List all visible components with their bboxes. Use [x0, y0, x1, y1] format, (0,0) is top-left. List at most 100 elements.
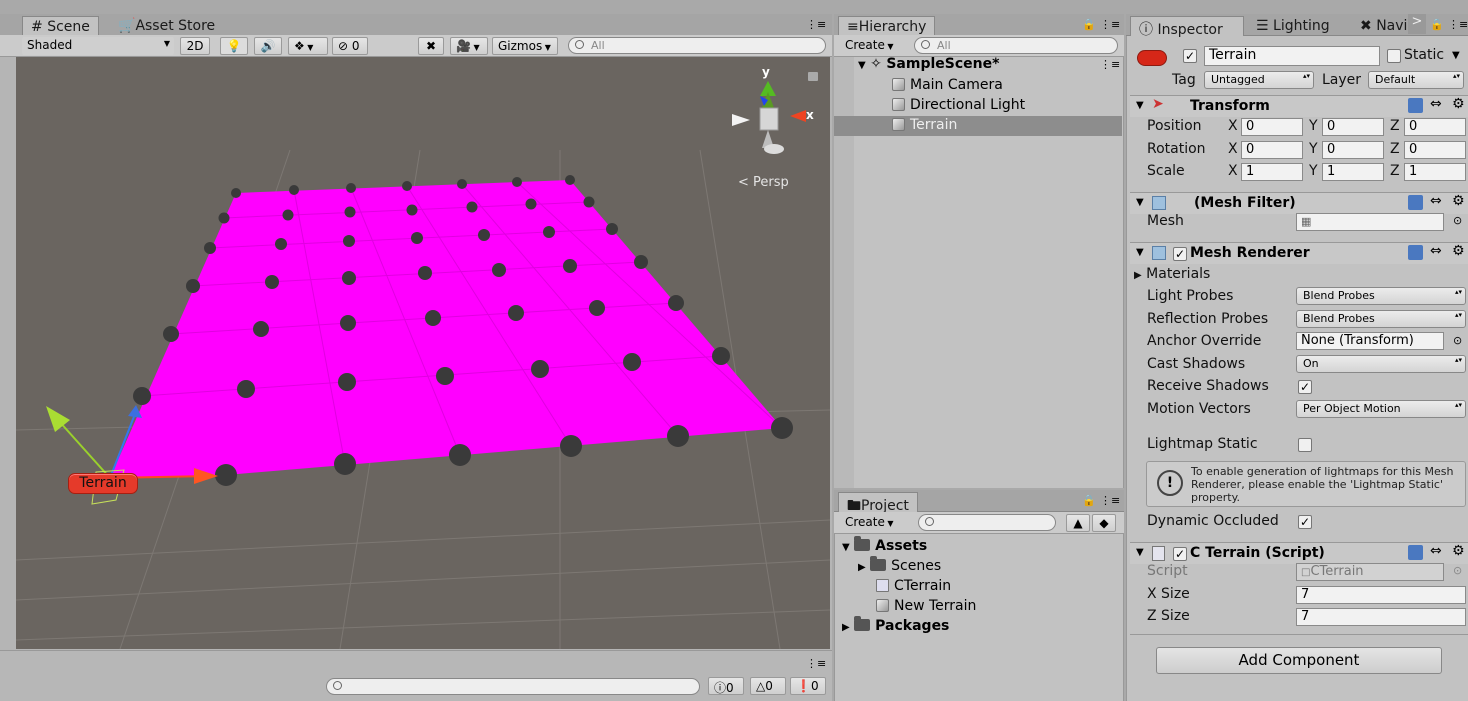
- hierarchy-selected-row[interactable]: Terrain: [834, 116, 1122, 136]
- collapsed-arrow-icon[interactable]: ▶: [842, 622, 850, 633]
- scale-y-field[interactable]: 1: [1322, 163, 1384, 181]
- position-z-field[interactable]: 0: [1404, 118, 1466, 136]
- tab-lighting[interactable]: ☰ Lighting: [1248, 16, 1338, 36]
- preset-icon[interactable]: ⇔: [1430, 543, 1442, 559]
- tab-hierarchy[interactable]: ≡Hierarchy: [838, 16, 936, 36]
- lighting-toggle-icon[interactable]: 💡: [220, 37, 248, 55]
- gizmos-dropdown[interactable]: Gizmos ▼: [492, 37, 558, 55]
- settings-gear-icon[interactable]: ⚙: [1452, 193, 1465, 209]
- panel-menu-icon[interactable]: ⋮≡: [1100, 58, 1120, 71]
- collapsed-arrow-icon[interactable]: ▶: [858, 562, 866, 573]
- project-item-scenes[interactable]: ▶ Scenes: [858, 556, 941, 574]
- lock-icon[interactable]: [808, 72, 818, 81]
- cterrain-script-header[interactable]: ▼ ✓ C Terrain (Script) ⇔ ⚙: [1130, 542, 1468, 564]
- reflection-probes-dropdown[interactable]: Blend Probes: [1296, 310, 1466, 328]
- light-probes-dropdown[interactable]: Blend Probes: [1296, 287, 1466, 305]
- z-size-field[interactable]: 7: [1296, 608, 1466, 626]
- filter-by-label-icon[interactable]: ◆: [1092, 514, 1116, 532]
- expand-arrow-icon[interactable]: ▼: [842, 542, 850, 553]
- mesh-renderer-enabled-checkbox[interactable]: ✓: [1173, 247, 1187, 261]
- foldout-arrow-icon[interactable]: ▼: [1136, 547, 1144, 558]
- tools-icon[interactable]: ✖: [418, 37, 444, 55]
- tab-project[interactable]: 🖿Project: [838, 492, 918, 514]
- errors-toggle[interactable]: ❗0: [790, 677, 826, 695]
- foldout-arrow-icon[interactable]: ▼: [1136, 247, 1144, 258]
- script-enabled-checkbox[interactable]: ✓: [1173, 547, 1187, 561]
- tab-inspector[interactable]: ⓘ Inspector: [1130, 16, 1244, 38]
- settings-gear-icon[interactable]: ⚙: [1452, 243, 1465, 259]
- tab-scroll-right-icon[interactable]: >: [1408, 14, 1426, 34]
- hierarchy-item-directional-light[interactable]: Directional Light: [892, 97, 1025, 113]
- camera-dropdown-icon[interactable]: 🎥 ▼: [450, 37, 488, 55]
- add-component-button[interactable]: Add Component: [1156, 647, 1442, 674]
- x-size-field[interactable]: 7: [1296, 586, 1466, 604]
- static-checkbox[interactable]: [1387, 49, 1401, 63]
- hidden-objects-toggle[interactable]: ⊘ 0: [332, 37, 368, 55]
- lock-icon[interactable]: 🔒: [1082, 494, 1096, 507]
- object-picker-icon[interactable]: ⊙: [1453, 214, 1462, 227]
- rotation-z-field[interactable]: 0: [1404, 141, 1466, 159]
- tag-dropdown[interactable]: Untagged: [1204, 71, 1314, 89]
- panel-menu-icon[interactable]: ⋮≡: [1448, 18, 1468, 31]
- preset-icon[interactable]: ⇔: [1430, 96, 1442, 112]
- project-item-cterrain[interactable]: CTerrain: [876, 578, 951, 594]
- tab-scene[interactable]: # Scene: [22, 16, 99, 36]
- mesh-filter-header[interactable]: ▼ (Mesh Filter) ⇔ ⚙: [1130, 192, 1468, 214]
- foldout-arrow-icon[interactable]: ▼: [1136, 197, 1144, 208]
- panel-menu-icon[interactable]: ⋮≡: [806, 18, 826, 31]
- settings-gear-icon[interactable]: ⚙: [1452, 96, 1465, 112]
- mesh-field[interactable]: ▦: [1296, 213, 1444, 231]
- project-item-new-terrain[interactable]: New Terrain: [876, 598, 976, 614]
- preset-icon[interactable]: ⇔: [1430, 193, 1442, 209]
- anchor-override-field[interactable]: None (Transform): [1296, 332, 1444, 350]
- active-checkbox[interactable]: ✓: [1183, 49, 1197, 63]
- tab-navigation[interactable]: ✖ Navi: [1352, 16, 1412, 36]
- warnings-toggle[interactable]: △0: [750, 677, 786, 695]
- object-picker-icon[interactable]: ⊙: [1453, 334, 1462, 347]
- help-icon[interactable]: [1408, 245, 1423, 260]
- tab-asset-store[interactable]: 🛒Asset Store: [110, 16, 223, 36]
- help-icon[interactable]: [1408, 195, 1423, 210]
- scene-root-item[interactable]: ▼ ✧ SampleScene* ⋮≡: [858, 56, 1122, 76]
- motion-vectors-dropdown[interactable]: Per Object Motion: [1296, 400, 1466, 418]
- scale-x-field[interactable]: 1: [1241, 163, 1303, 181]
- settings-gear-icon[interactable]: ⚙: [1452, 543, 1465, 559]
- filter-by-type-icon[interactable]: ▲: [1066, 514, 1090, 532]
- shading-mode-dropdown[interactable]: Shaded ▼: [22, 37, 174, 55]
- scene-search-input[interactable]: All: [568, 37, 826, 54]
- effects-dropdown-icon[interactable]: ❖ ▼: [288, 37, 328, 55]
- create-dropdown[interactable]: Create ▼: [840, 37, 902, 55]
- expand-arrow-icon[interactable]: ▼: [858, 60, 866, 71]
- object-name-field[interactable]: Terrain: [1204, 46, 1380, 66]
- panel-menu-icon[interactable]: ⋮≡: [1100, 494, 1120, 507]
- hierarchy-item-main-camera[interactable]: Main Camera: [892, 77, 1003, 93]
- transform-header[interactable]: ▼ ➤ Transform ⇔ ⚙: [1130, 95, 1468, 117]
- collapsed-arrow-icon[interactable]: ▶: [1134, 270, 1142, 281]
- 2d-toggle[interactable]: 2D: [180, 37, 210, 55]
- projection-label[interactable]: < Persp: [738, 175, 789, 190]
- console-search-input[interactable]: [326, 678, 700, 695]
- selected-object-label[interactable]: Terrain: [68, 473, 138, 494]
- materials-foldout[interactable]: ▶ Materials: [1134, 266, 1210, 282]
- audio-toggle-icon[interactable]: 🔊: [254, 37, 282, 55]
- messages-toggle[interactable]: ⓘ0: [708, 677, 744, 695]
- create-dropdown[interactable]: Create ▼: [840, 514, 902, 532]
- project-item-packages[interactable]: ▶ Packages: [842, 616, 949, 634]
- position-y-field[interactable]: 0: [1322, 118, 1384, 136]
- panel-menu-icon[interactable]: ⋮≡: [806, 657, 826, 670]
- foldout-arrow-icon[interactable]: ▼: [1136, 100, 1144, 111]
- receive-shadows-checkbox[interactable]: ✓: [1298, 380, 1312, 394]
- mesh-renderer-header[interactable]: ▼ ✓ Mesh Renderer ⇔ ⚙: [1130, 242, 1468, 264]
- layer-dropdown[interactable]: Default: [1368, 71, 1464, 89]
- scene-viewport[interactable]: y x < Persp: [16, 57, 830, 649]
- rotation-y-field[interactable]: 0: [1322, 141, 1384, 159]
- hierarchy-search-input[interactable]: All: [914, 37, 1118, 54]
- project-search-input[interactable]: [918, 514, 1056, 531]
- preset-icon[interactable]: ⇔: [1430, 243, 1442, 259]
- cast-shadows-dropdown[interactable]: On: [1296, 355, 1466, 373]
- dynamic-occluded-checkbox[interactable]: ✓: [1298, 515, 1312, 529]
- rotation-x-field[interactable]: 0: [1241, 141, 1303, 159]
- panel-menu-icon[interactable]: ⋮≡: [1100, 18, 1120, 31]
- lock-icon[interactable]: 🔒: [1430, 18, 1444, 31]
- lightmap-static-checkbox[interactable]: [1298, 438, 1312, 452]
